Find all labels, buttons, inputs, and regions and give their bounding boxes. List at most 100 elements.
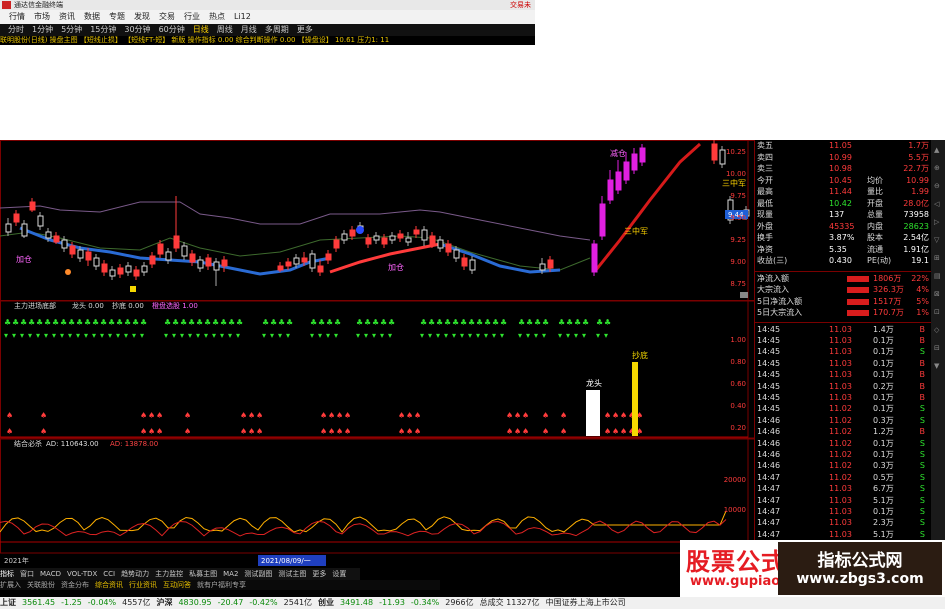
candle bbox=[639, 147, 646, 163]
indicator-tab[interactable]: 更多 bbox=[312, 568, 326, 580]
signal-arrow: ♣ bbox=[60, 318, 67, 327]
index-value: 4830.95 bbox=[178, 598, 212, 607]
signal-arrow: ♣ bbox=[76, 318, 83, 327]
menu-item[interactable]: Li12 bbox=[234, 10, 251, 24]
menu-item[interactable]: 数据 bbox=[84, 10, 100, 24]
candle bbox=[719, 149, 726, 165]
signal-arrow: ♣ bbox=[196, 318, 203, 327]
signal-arrow: ▾ bbox=[212, 331, 216, 340]
toolbar-icon[interactable]: ▼ bbox=[934, 362, 942, 370]
tick-side: S bbox=[919, 404, 925, 414]
toolbar-icon[interactable]: ⊞ bbox=[934, 254, 942, 262]
menu-item[interactable]: 资讯 bbox=[59, 10, 75, 24]
indicator-tab[interactable]: 测试副图 bbox=[244, 568, 272, 580]
toolbar-icon[interactable]: ⊠ bbox=[934, 290, 942, 298]
side-toolbar: ▲ ⊕ ⊖ ◁ ▷ ▽ ⊞ ▤ ⊠ ⊡ ◇ ⊟ ▼ bbox=[931, 140, 945, 580]
index-name[interactable]: 上证 bbox=[0, 598, 16, 607]
candle bbox=[29, 201, 36, 211]
toolbar-icon[interactable]: ⊕ bbox=[934, 164, 942, 172]
signal-arrow: ♣ bbox=[460, 318, 467, 327]
signal-arrow: ♣ bbox=[84, 318, 91, 327]
indicator-tab[interactable]: 设置 bbox=[332, 568, 346, 580]
period-tab[interactable]: 60分钟 bbox=[159, 24, 185, 36]
toolbar-icon[interactable]: ⊟ bbox=[934, 344, 942, 352]
signal-arrow: ♠ bbox=[406, 411, 413, 420]
info-tab[interactable]: 综合资讯 bbox=[95, 580, 123, 590]
menu-item[interactable]: 市场 bbox=[34, 10, 50, 24]
toolbar-icon[interactable]: ⊡ bbox=[934, 308, 942, 316]
quote-mid-label: 股本 bbox=[867, 233, 883, 242]
toolbar-icon[interactable]: ▤ bbox=[934, 272, 942, 280]
signal-arrow: ♠ bbox=[542, 411, 549, 420]
period-tab[interactable]: 5分钟 bbox=[61, 24, 82, 36]
period-tab[interactable]: 15分钟 bbox=[90, 24, 116, 36]
indicator-tab[interactable]: 私募主图 bbox=[189, 568, 217, 580]
info-tab[interactable]: 就有户福利专享 bbox=[197, 580, 246, 590]
indicator-tab[interactable]: MA2 bbox=[223, 568, 238, 580]
signal-arrow: ♠ bbox=[612, 427, 619, 436]
signal-arrow: ▾ bbox=[388, 331, 392, 340]
quote-row: 最低 10.42 开盘 28.0亿 bbox=[755, 198, 931, 210]
app-logo-icon bbox=[2, 1, 11, 9]
candle bbox=[389, 235, 396, 241]
trade-status[interactable]: 交易未 bbox=[510, 0, 531, 10]
period-tab[interactable]: 多周期 bbox=[265, 24, 289, 36]
indicator-tab[interactable]: VOL-TDX bbox=[67, 568, 97, 580]
signal-arrow: ♣ bbox=[204, 318, 211, 327]
price-axis-label: 9.00 bbox=[730, 258, 746, 266]
signal-arrow: ♣ bbox=[452, 318, 459, 327]
signal-arrow: ♣ bbox=[364, 318, 371, 327]
blank-area bbox=[535, 0, 945, 140]
tick-row: 14:45 11.03 0.1万 B bbox=[755, 392, 931, 404]
index-amount: 4557亿 bbox=[122, 598, 151, 607]
toolbar-icon[interactable]: ▲ bbox=[934, 146, 942, 154]
toolbar-icon[interactable]: ⊖ bbox=[934, 182, 942, 190]
period-tab[interactable]: 日线 bbox=[193, 24, 209, 36]
menu-item[interactable]: 交易 bbox=[159, 10, 175, 24]
indicator-tab[interactable]: 窗口 bbox=[20, 568, 34, 580]
toolbar-icon[interactable]: ▷ bbox=[934, 218, 942, 226]
indicator-tab[interactable]: CCI bbox=[103, 568, 115, 580]
index-name[interactable]: 创业 bbox=[318, 598, 334, 607]
indicator-tab[interactable]: 趋势动力 bbox=[121, 568, 149, 580]
price-axis-label: 8.75 bbox=[730, 280, 746, 288]
toolbar-icon[interactable]: ▽ bbox=[934, 236, 942, 244]
signal-arrow: ♣ bbox=[484, 318, 491, 327]
tick-price: 11.02 bbox=[829, 438, 852, 448]
tick-time: 14:47 bbox=[757, 518, 781, 528]
candle bbox=[469, 259, 476, 271]
toolbar-icon[interactable]: ◁ bbox=[934, 200, 942, 208]
info-tab[interactable]: 扩展入 bbox=[0, 580, 21, 590]
indicator-tab[interactable]: MACD bbox=[40, 568, 61, 580]
indicator-tab[interactable]: 主力监控 bbox=[155, 568, 183, 580]
tick-price: 11.03 bbox=[829, 392, 852, 402]
info-tab[interactable]: 行业资讯 bbox=[129, 580, 157, 590]
quote-mid-label: 总量 bbox=[867, 210, 883, 219]
signal-arrow: ♣ bbox=[492, 318, 499, 327]
period-tab[interactable]: 1分钟 bbox=[32, 24, 53, 36]
quote-row: 换手 3.87% 股本 2.54亿 bbox=[755, 232, 931, 244]
menu-item[interactable]: 发现 bbox=[134, 10, 150, 24]
signal-arrow: ♠ bbox=[40, 427, 47, 436]
signal-arrow: ▾ bbox=[180, 331, 184, 340]
period-tab[interactable]: 30分钟 bbox=[124, 24, 150, 36]
quote-value: 11.05 bbox=[829, 141, 852, 150]
period-tab[interactable]: 周线 bbox=[217, 24, 233, 36]
menu-item[interactable]: 专题 bbox=[109, 10, 125, 24]
signal-arrow: ♠ bbox=[320, 427, 327, 436]
toolbar-icon[interactable]: ◇ bbox=[934, 326, 942, 334]
menu-item[interactable]: 行业 bbox=[184, 10, 200, 24]
index-name[interactable]: 沪深 bbox=[156, 598, 172, 607]
signal-arrow: ♣ bbox=[286, 318, 293, 327]
info-tab[interactable]: 互动问答 bbox=[163, 580, 191, 590]
period-tab[interactable]: 更多 bbox=[297, 24, 313, 36]
menu-item[interactable]: 行情 bbox=[9, 10, 25, 24]
indicator-tab[interactable]: 测试主图 bbox=[278, 568, 306, 580]
info-tab[interactable]: 关联股份 bbox=[27, 580, 55, 590]
info-tab[interactable]: 资金分布 bbox=[61, 580, 89, 590]
menu-item[interactable]: 热点 bbox=[209, 10, 225, 24]
chart-area[interactable]: 加仓加仓减仓三中军三中军9.44 ♣ ♣ ♣ ♣ ♣ ♣ ♣ ♣ ♣ ♣ ♣ ♣ ♣ ♣ ♣ ♣ ♣ ♣ ♣ ♣ ♣ ♣ ♣… bbox=[0, 140, 755, 568]
period-tab[interactable]: 月线 bbox=[241, 24, 257, 36]
period-tab[interactable]: 分时 bbox=[8, 24, 24, 36]
indicator-tab[interactable]: 指标 bbox=[0, 568, 14, 580]
